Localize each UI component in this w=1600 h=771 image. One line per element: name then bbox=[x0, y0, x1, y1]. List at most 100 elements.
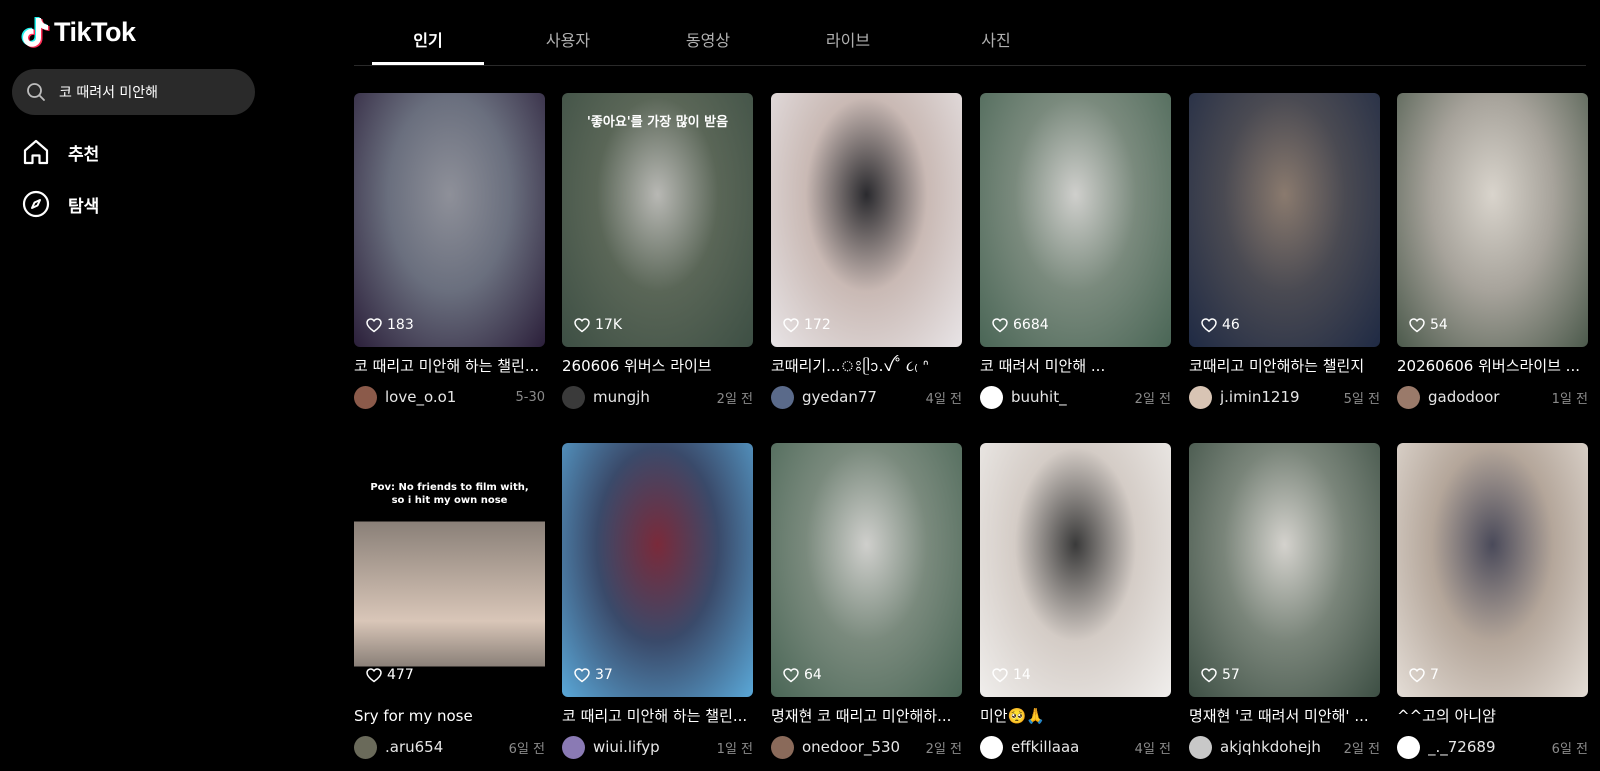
video-meta: _._72689 6일 전 bbox=[1397, 735, 1588, 759]
video-thumbnail[interactable]: 46 bbox=[1189, 93, 1380, 347]
avatar[interactable] bbox=[1397, 735, 1420, 759]
video-caption[interactable]: Sry for my nose bbox=[354, 705, 543, 727]
video-thumbnail[interactable]: 14 bbox=[980, 443, 1171, 697]
video-caption[interactable]: 코때리기...ঃᥫᩣ.ꪜ˚ ૮₍ ᐢ bbox=[771, 355, 960, 377]
video-meta: buuhit_ 2일 전 bbox=[980, 385, 1171, 409]
avatar[interactable] bbox=[354, 735, 377, 759]
username[interactable]: love_o.o1 bbox=[385, 388, 509, 406]
avatar[interactable] bbox=[980, 735, 1003, 759]
avatar[interactable] bbox=[980, 385, 1003, 409]
avatar[interactable] bbox=[562, 385, 585, 409]
username[interactable]: onedoor_530 bbox=[802, 738, 920, 756]
video-card[interactable]: 54 20260606 위버스라이브 ... gadodoor 1일 전 bbox=[1397, 93, 1588, 409]
nav-item-explore[interactable]: 탐색 bbox=[20, 188, 99, 220]
post-date: 2일 전 bbox=[716, 391, 753, 407]
username[interactable]: wiui.lifyp bbox=[593, 738, 711, 756]
video-thumbnail[interactable]: 57 bbox=[1189, 443, 1380, 697]
username[interactable]: gyedan77 bbox=[802, 388, 920, 406]
video-card[interactable]: Pov: No friends to film with, so i hit m… bbox=[354, 443, 545, 759]
like-count: 14 bbox=[992, 667, 1031, 683]
tab-videos[interactable]: 동영상 bbox=[652, 0, 764, 64]
username[interactable]: buuhit_ bbox=[1011, 388, 1129, 406]
tab-popular[interactable]: 인기 bbox=[372, 0, 484, 65]
video-caption[interactable]: 코 때리고 미안해 하는 챌린... bbox=[562, 705, 751, 727]
search-bar[interactable] bbox=[12, 69, 255, 115]
search-tabs: 인기 사용자 동영상 라이브 사진 bbox=[354, 0, 1586, 66]
video-card[interactable]: 6684 코 때려서 미안해 ... buuhit_ 2일 전 bbox=[980, 93, 1171, 409]
video-card[interactable]: 57 명재현 '코 때려서 미안해' ... akjqhkdohejh 2일 전 bbox=[1189, 443, 1380, 759]
video-overlay-text: Pov: No friends to film with, so i hit m… bbox=[370, 482, 529, 506]
video-caption[interactable]: 260606 위버스 라이브 bbox=[562, 355, 751, 377]
like-count-value: 14 bbox=[1013, 667, 1031, 683]
username[interactable]: effkillaaa bbox=[1011, 738, 1129, 756]
video-caption[interactable]: 미안🥺🙏 bbox=[980, 705, 1169, 727]
video-card[interactable]: 64 명재현 코 때리고 미안해하... onedoor_530 2일 전 bbox=[771, 443, 962, 759]
video-card[interactable]: 172 코때리기...ঃᥫᩣ.ꪜ˚ ૮₍ ᐢ gyedan77 4일 전 bbox=[771, 93, 962, 409]
avatar[interactable] bbox=[771, 735, 794, 759]
video-card[interactable]: 46 코때리고 미안해하는 챌린지 j.imin1219 5일 전 bbox=[1189, 93, 1380, 409]
username[interactable]: akjqhkdohejh bbox=[1220, 738, 1338, 756]
video-meta: gadodoor 1일 전 bbox=[1397, 385, 1588, 409]
like-count-value: 17K bbox=[595, 317, 622, 333]
post-date: 4일 전 bbox=[925, 391, 962, 407]
video-thumbnail[interactable]: 6684 bbox=[980, 93, 1171, 347]
video-card[interactable]: 14 미안🥺🙏 effkillaaa 4일 전 bbox=[980, 443, 1171, 759]
post-date: 1일 전 bbox=[716, 741, 753, 757]
post-date: 6일 전 bbox=[1551, 741, 1588, 757]
heart-icon bbox=[783, 667, 799, 682]
nav-item-home[interactable]: 추천 bbox=[20, 136, 99, 168]
search-input[interactable] bbox=[57, 83, 241, 101]
like-count-value: 172 bbox=[804, 317, 831, 333]
username[interactable]: gadodoor bbox=[1428, 388, 1546, 406]
video-thumbnail[interactable]: 54 bbox=[1397, 93, 1588, 347]
tab-photos[interactable]: 사진 bbox=[940, 0, 1052, 64]
video-card[interactable]: 37 코 때리고 미안해 하는 챌린... wiui.lifyp 1일 전 bbox=[562, 443, 753, 759]
search-icon[interactable] bbox=[25, 81, 47, 103]
video-thumbnail[interactable]: 172 bbox=[771, 93, 962, 347]
video-thumbnail[interactable]: 64 bbox=[771, 443, 962, 697]
username[interactable]: _._72689 bbox=[1428, 738, 1546, 756]
video-caption[interactable]: ^^고의 아니얌 bbox=[1397, 705, 1586, 727]
heart-icon bbox=[1201, 667, 1217, 682]
video-card[interactable]: 7 ^^고의 아니얌 _._72689 6일 전 bbox=[1397, 443, 1588, 759]
heart-icon bbox=[992, 317, 1008, 332]
video-caption[interactable]: 코때리고 미안해하는 챌린지 bbox=[1189, 355, 1378, 377]
video-caption[interactable]: 명재현 코 때리고 미안해하... bbox=[771, 705, 960, 727]
heart-icon bbox=[574, 667, 590, 682]
video-caption[interactable]: 코 때려서 미안해 ... bbox=[980, 355, 1169, 377]
video-meta: .aru654 6일 전 bbox=[354, 735, 545, 759]
tab-live[interactable]: 라이브 bbox=[792, 0, 904, 64]
video-thumbnail[interactable]: '좋아요'를 가장 많이 받음 17K bbox=[562, 93, 753, 347]
compass-icon bbox=[20, 188, 52, 220]
avatar[interactable] bbox=[1189, 385, 1212, 409]
username[interactable]: .aru654 bbox=[385, 738, 503, 756]
avatar[interactable] bbox=[562, 735, 585, 759]
tiktok-logo-icon bbox=[21, 17, 50, 48]
post-date: 2일 전 bbox=[925, 741, 962, 757]
video-caption[interactable]: 20260606 위버스라이브 ... bbox=[1397, 355, 1586, 377]
like-count: 6684 bbox=[992, 317, 1049, 333]
video-meta: mungjh 2일 전 bbox=[562, 385, 753, 409]
avatar[interactable] bbox=[354, 385, 377, 409]
video-thumbnail[interactable]: 183 bbox=[354, 93, 545, 347]
tiktok-logo[interactable]: TikTok bbox=[20, 16, 136, 48]
avatar[interactable] bbox=[1189, 735, 1212, 759]
logo-text: TikTok bbox=[54, 16, 136, 47]
avatar[interactable] bbox=[1397, 385, 1420, 409]
username[interactable]: j.imin1219 bbox=[1220, 388, 1338, 406]
like-count-value: 7 bbox=[1430, 667, 1439, 683]
avatar[interactable] bbox=[771, 385, 794, 409]
heart-icon bbox=[366, 317, 382, 332]
video-card[interactable]: 183 코 때리고 미안해 하는 챌린... love_o.o1 5-30 bbox=[354, 93, 545, 409]
username[interactable]: mungjh bbox=[593, 388, 711, 406]
sidebar: TikTok 추천 탐색 bbox=[0, 0, 290, 771]
video-thumbnail[interactable]: 37 bbox=[562, 443, 753, 697]
video-meta: akjqhkdohejh 2일 전 bbox=[1189, 735, 1380, 759]
nav-label-explore: 탐색 bbox=[68, 196, 100, 217]
video-thumbnail[interactable]: Pov: No friends to film with, so i hit m… bbox=[354, 443, 545, 697]
tab-users[interactable]: 사용자 bbox=[512, 0, 624, 64]
video-card[interactable]: '좋아요'를 가장 많이 받음 17K 260606 위버스 라이브 mungjh 2일… bbox=[562, 93, 753, 409]
video-caption[interactable]: 코 때리고 미안해 하는 챌린... bbox=[354, 355, 543, 377]
video-caption[interactable]: 명재현 '코 때려서 미안해' ... bbox=[1189, 705, 1378, 727]
video-thumbnail[interactable]: 7 bbox=[1397, 443, 1588, 697]
